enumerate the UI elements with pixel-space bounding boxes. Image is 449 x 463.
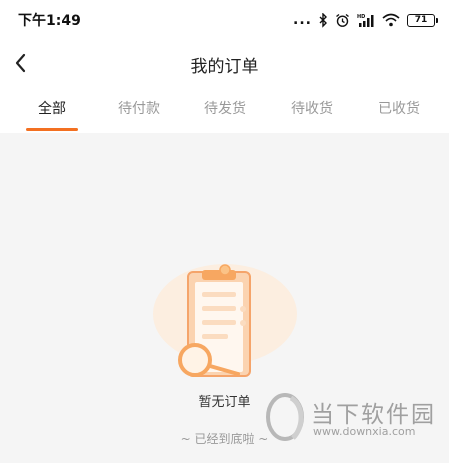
tab-pending-shipment[interactable]: 待发货 bbox=[180, 88, 270, 133]
tab-received[interactable]: 已收货 bbox=[354, 88, 444, 133]
tab-pending-receipt[interactable]: 待收货 bbox=[267, 88, 357, 133]
status-icons: ... HD 71 bbox=[293, 10, 438, 30]
clipboard-magnifier-icon bbox=[153, 264, 297, 377]
status-time: 下午1:49 bbox=[18, 13, 81, 29]
active-tab-indicator bbox=[26, 128, 78, 131]
watermark-logo-icon bbox=[266, 393, 304, 441]
nav-bar: 我的订单 bbox=[0, 40, 449, 86]
bluetooth-icon bbox=[319, 12, 327, 28]
tab-pending-payment[interactable]: 待付款 bbox=[94, 88, 184, 133]
alarm-icon bbox=[336, 13, 349, 27]
battery-icon: 71 bbox=[407, 13, 438, 27]
status-bar: 下午1:49 ... HD 71 bbox=[0, 0, 449, 40]
watermark-name: 当下软件园 bbox=[311, 402, 436, 428]
more-dots-icon: ... bbox=[293, 12, 312, 28]
order-tabs: 全部 待付款 待发货 待收货 已收货 bbox=[0, 88, 449, 133]
top-bar: 下午1:49 ... HD 71 我的订单 全部 待付款 待发货 待收货 已收货 bbox=[0, 0, 449, 133]
svg-text:HD: HD bbox=[357, 14, 365, 20]
tab-all[interactable]: 全部 bbox=[7, 88, 97, 133]
wifi-icon bbox=[382, 13, 400, 27]
signal-hd-icon: HD bbox=[357, 14, 374, 27]
watermark-url: www.downxia.com bbox=[313, 425, 416, 438]
watermark: 当下软件园 www.downxia.com bbox=[263, 392, 443, 450]
page-title: 我的订单 bbox=[190, 57, 259, 77]
